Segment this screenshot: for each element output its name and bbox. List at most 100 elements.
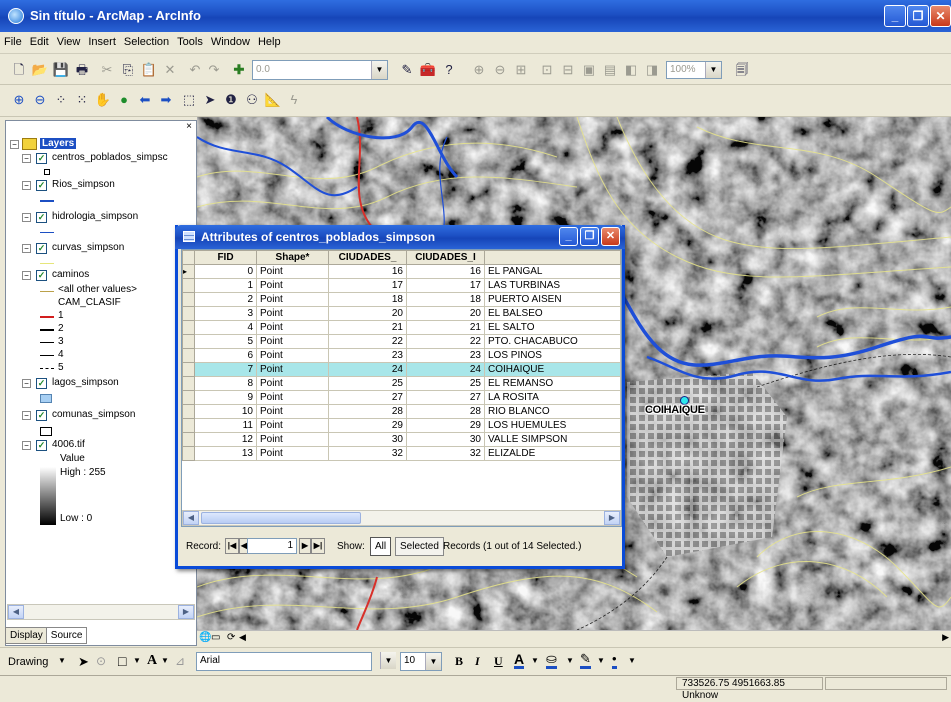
collapse-icon[interactable]: − bbox=[22, 441, 31, 450]
table-cell[interactable]: EL PANGAL bbox=[484, 264, 621, 279]
table-row[interactable]: 8 Point 25 25 EL REMANSO bbox=[182, 376, 621, 391]
table-row[interactable]: 11 Point 29 29 LOS HUEMULES bbox=[182, 418, 621, 433]
tab-display[interactable]: Display bbox=[5, 627, 48, 644]
table-cell[interactable]: 9 bbox=[194, 390, 257, 405]
layer-caminos[interactable]: − ✓ caminos bbox=[6, 269, 196, 283]
table-cell[interactable]: 8 bbox=[194, 376, 257, 391]
pan-hand-icon[interactable]: ✋ bbox=[94, 91, 112, 109]
hyperlink-lightning-icon[interactable]: ϟ bbox=[285, 91, 303, 109]
scroll-right-icon[interactable]: ▶ bbox=[942, 632, 949, 643]
layout-whole-page-icon[interactable]: ▣ bbox=[580, 61, 598, 79]
table-cell[interactable]: 2 bbox=[194, 292, 257, 307]
find-binoculars-icon[interactable]: ⚇ bbox=[243, 91, 261, 109]
table-row[interactable]: 5 Point 22 22 PTO. CHACABUCO bbox=[182, 334, 621, 349]
layer-hidrologia[interactable]: − ✓ hidrologia_simpson bbox=[6, 211, 196, 225]
table-cell[interactable]: Point bbox=[256, 446, 329, 461]
table-cell[interactable]: Point bbox=[256, 362, 329, 377]
table-cell[interactable]: 12 bbox=[194, 432, 257, 447]
table-cell[interactable]: 29 bbox=[328, 418, 407, 433]
scroll-right-icon[interactable]: ▶ bbox=[604, 511, 620, 525]
layout-zoom-in-icon[interactable]: ⊡ bbox=[538, 61, 556, 79]
rectangle-tool-icon[interactable]: □ bbox=[118, 653, 126, 669]
table-row[interactable]: 1 Point 17 17 LAS TURBINAS bbox=[182, 278, 621, 293]
drawing-menu[interactable]: Drawing bbox=[8, 656, 48, 668]
chevron-down-icon[interactable]: ▼ bbox=[133, 656, 141, 665]
layout-zoom-out-icon[interactable]: ⊟ bbox=[559, 61, 577, 79]
font-name-dropdown[interactable]: ▼ bbox=[380, 652, 396, 671]
chevron-down-icon[interactable]: ▼ bbox=[628, 656, 636, 665]
delete-icon[interactable]: ✕ bbox=[161, 61, 179, 79]
row-selector[interactable] bbox=[182, 390, 195, 405]
table-cell[interactable]: LOS HUEMULES bbox=[484, 418, 621, 433]
tab-source[interactable]: Source bbox=[45, 627, 88, 644]
chevron-down-icon[interactable]: ▼ bbox=[58, 656, 66, 665]
last-record-icon[interactable]: ▶| bbox=[311, 538, 325, 554]
zoom-in-fixed-icon[interactable]: ⊕ bbox=[470, 61, 488, 79]
toggle-draft-icon[interactable]: 🗐 bbox=[733, 61, 751, 79]
layer-lagos[interactable]: − ✓ lagos_simpson bbox=[6, 377, 196, 391]
table-cell[interactable]: 32 bbox=[328, 446, 407, 461]
chevron-down-icon[interactable]: ▼ bbox=[597, 656, 605, 665]
table-cell[interactable]: 28 bbox=[406, 404, 485, 419]
table-cell[interactable]: 4 bbox=[194, 320, 257, 335]
fill-color-icon[interactable]: ⛀ bbox=[546, 652, 557, 669]
row-selector-header[interactable] bbox=[182, 250, 195, 265]
underline-button[interactable]: U bbox=[494, 654, 503, 669]
menu-window[interactable]: Window bbox=[207, 32, 254, 52]
layer-comunas[interactable]: − ✓ comunas_simpson bbox=[6, 409, 196, 423]
layer-raster-4006[interactable]: − ✓ 4006.tif bbox=[6, 439, 196, 453]
menu-help[interactable]: Help bbox=[254, 32, 285, 52]
copy-icon[interactable]: ⎘ bbox=[119, 61, 137, 79]
table-cell[interactable]: LA ROSITA bbox=[484, 390, 621, 405]
marker-color-icon[interactable]: • bbox=[612, 652, 617, 669]
chevron-down-icon[interactable]: ▼ bbox=[531, 656, 539, 665]
collapse-icon[interactable]: − bbox=[22, 379, 31, 388]
menu-tools[interactable]: Tools bbox=[173, 32, 207, 52]
open-folder-icon[interactable]: 📂 bbox=[31, 61, 49, 79]
row-selector[interactable] bbox=[182, 348, 195, 363]
italic-button[interactable]: I bbox=[475, 654, 480, 669]
whats-this-icon[interactable]: ? bbox=[440, 61, 458, 79]
scroll-left-icon[interactable]: ◀ bbox=[183, 511, 199, 525]
rotate-icon[interactable]: ⊙ bbox=[96, 654, 106, 668]
table-row[interactable]: 6 Point 23 23 LOS PINOS bbox=[182, 348, 621, 363]
table-cell[interactable]: 11 bbox=[194, 418, 257, 433]
layer-checkbox[interactable]: ✓ bbox=[36, 180, 47, 191]
cut-icon[interactable]: ✂ bbox=[98, 61, 116, 79]
collapse-icon[interactable]: − bbox=[22, 154, 31, 163]
table-cell[interactable]: 7 bbox=[194, 362, 257, 377]
bold-button[interactable]: B bbox=[455, 654, 463, 669]
editor-toolbar-icon[interactable]: ✎ bbox=[398, 61, 416, 79]
line-color-icon[interactable]: ✎ bbox=[580, 652, 591, 669]
table-cell[interactable]: Point bbox=[256, 432, 329, 447]
scroll-left-icon[interactable]: ◀ bbox=[8, 605, 24, 619]
first-record-icon[interactable]: |◀ bbox=[225, 538, 239, 554]
table-cell[interactable]: Point bbox=[256, 264, 329, 279]
table-cell[interactable]: 22 bbox=[406, 334, 485, 349]
arctoolbox-icon[interactable]: 🧰 bbox=[419, 61, 437, 79]
menu-insert[interactable]: Insert bbox=[84, 32, 120, 52]
select-features-icon[interactable]: ⬚ bbox=[180, 91, 198, 109]
table-row[interactable]: 4 Point 21 21 EL SALTO bbox=[182, 320, 621, 335]
table-cell[interactable]: 21 bbox=[328, 320, 407, 335]
table-cell[interactable]: 25 bbox=[328, 376, 407, 391]
table-row[interactable]: 9 Point 27 27 LA ROSITA bbox=[182, 390, 621, 405]
layer-curvas[interactable]: − ✓ curvas_simpson bbox=[6, 242, 196, 256]
chevron-down-icon[interactable]: ▼ bbox=[161, 656, 169, 665]
table-cell[interactable]: Point bbox=[256, 376, 329, 391]
row-selector[interactable]: ▸ bbox=[182, 264, 195, 279]
save-icon[interactable]: 💾 bbox=[52, 61, 70, 79]
table-cell[interactable]: 27 bbox=[328, 390, 407, 405]
row-selector[interactable] bbox=[182, 306, 195, 321]
minimize-button[interactable]: _ bbox=[559, 227, 578, 246]
table-cell[interactable]: 23 bbox=[406, 348, 485, 363]
table-cell[interactable]: 27 bbox=[406, 390, 485, 405]
table-cell[interactable]: 20 bbox=[406, 306, 485, 321]
layer-centros-poblados[interactable]: − ✓ centros_poblados_simpsc bbox=[6, 152, 196, 166]
layer-checkbox[interactable]: ✓ bbox=[36, 243, 47, 254]
maximize-button[interactable]: ❐ bbox=[907, 5, 929, 27]
undo-icon[interactable]: ↶ bbox=[186, 61, 204, 79]
maximize-button[interactable]: ❐ bbox=[580, 227, 599, 246]
layer-checkbox[interactable]: ✓ bbox=[36, 440, 47, 451]
column-header[interactable] bbox=[484, 250, 621, 265]
